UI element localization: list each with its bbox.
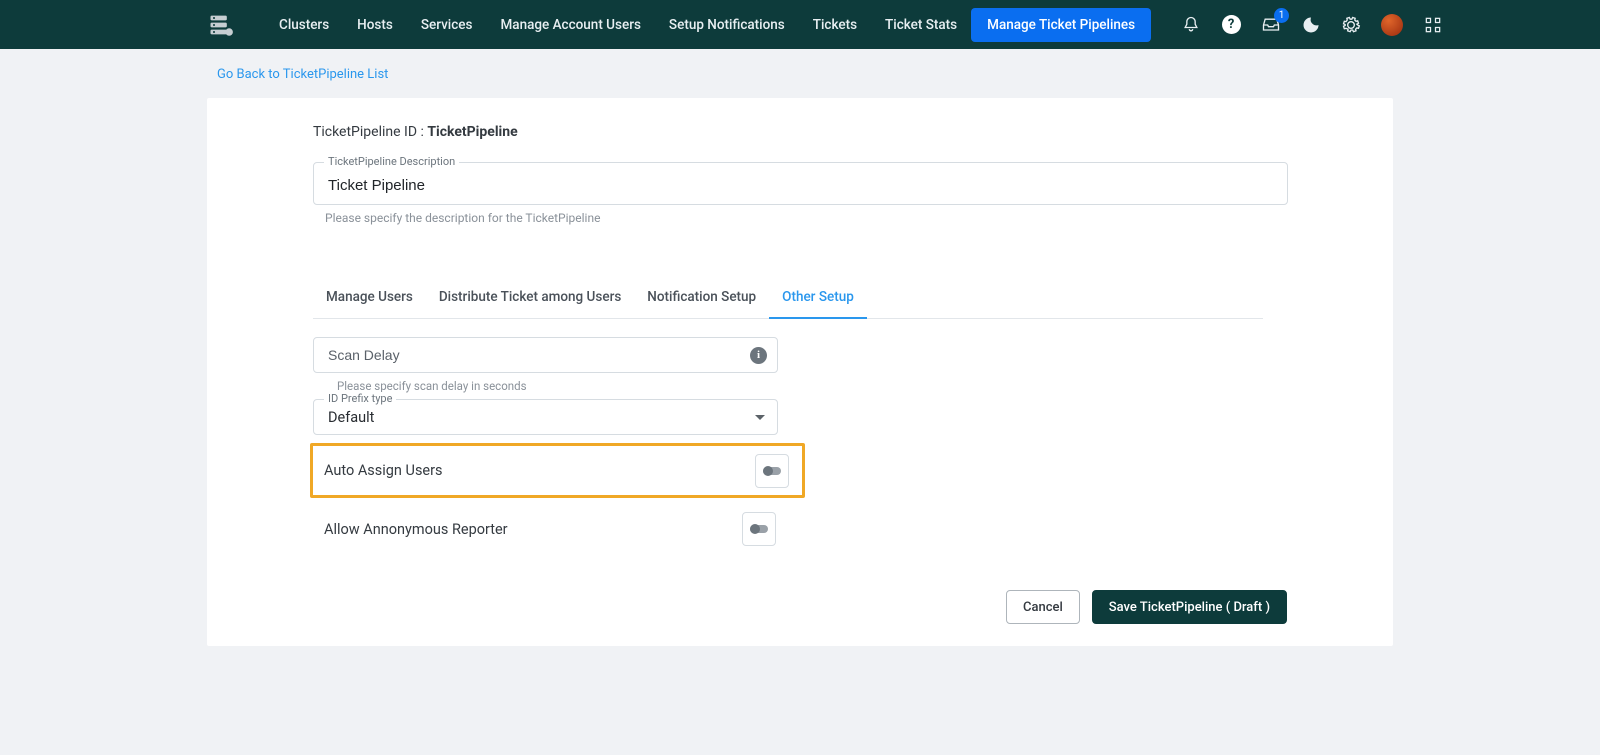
scan-delay-input[interactable] bbox=[328, 347, 750, 363]
tab-notification-setup[interactable]: Notification Setup bbox=[634, 279, 769, 318]
auto-assign-toggle[interactable] bbox=[755, 454, 789, 488]
main-nav: Clusters Hosts Services Manage Account U… bbox=[265, 8, 1151, 42]
nav-clusters[interactable]: Clusters bbox=[265, 9, 343, 41]
auto-assign-label: Auto Assign Users bbox=[324, 462, 443, 479]
id-prefix-select[interactable]: ID Prefix type Default bbox=[313, 399, 778, 435]
tabs: Manage Users Distribute Ticket among Use… bbox=[313, 279, 1263, 319]
tab-other-setup[interactable]: Other Setup bbox=[769, 279, 867, 319]
id-prefix-label: ID Prefix type bbox=[324, 392, 396, 405]
pipeline-id-prefix: TicketPipeline ID : bbox=[313, 124, 427, 140]
nav-ticket-stats[interactable]: Ticket Stats bbox=[871, 9, 971, 41]
save-button[interactable]: Save TicketPipeline ( Draft ) bbox=[1092, 590, 1287, 624]
pipeline-id-value: TicketPipeline bbox=[427, 124, 517, 140]
nav-services[interactable]: Services bbox=[407, 9, 487, 41]
description-input[interactable] bbox=[328, 177, 1275, 194]
avatar[interactable] bbox=[1381, 14, 1403, 36]
nav-manage-account-users[interactable]: Manage Account Users bbox=[486, 9, 654, 41]
nav-hosts[interactable]: Hosts bbox=[343, 9, 407, 41]
back-link[interactable]: Go Back to TicketPipeline List bbox=[207, 49, 1393, 98]
nav-manage-ticket-pipelines[interactable]: Manage Ticket Pipelines bbox=[971, 8, 1151, 42]
info-icon[interactable]: i bbox=[750, 347, 767, 364]
theme-icon[interactable] bbox=[1301, 15, 1321, 35]
pipeline-id-line: TicketPipeline ID : TicketPipeline bbox=[313, 124, 1288, 140]
settings-icon[interactable] bbox=[1341, 15, 1361, 35]
content-card: TicketPipeline ID : TicketPipeline Ticke… bbox=[207, 98, 1393, 646]
help-icon[interactable]: ? bbox=[1221, 15, 1241, 35]
anonymous-toggle[interactable] bbox=[742, 512, 776, 546]
footer-buttons: Cancel Save TicketPipeline ( Draft ) bbox=[1006, 590, 1287, 624]
tab-manage-users[interactable]: Manage Users bbox=[313, 279, 426, 318]
auto-assign-row: Auto Assign Users bbox=[310, 443, 805, 498]
description-helper: Please specify the description for the T… bbox=[325, 211, 1288, 225]
inbox-icon[interactable]: 1 bbox=[1261, 15, 1281, 35]
tab-distribute-ticket[interactable]: Distribute Ticket among Users bbox=[426, 279, 634, 318]
chevron-down-icon bbox=[755, 415, 765, 420]
id-prefix-value: Default bbox=[328, 409, 374, 426]
anonymous-row: Allow Annonymous Reporter bbox=[313, 512, 776, 546]
toggle-off-icon bbox=[763, 467, 781, 475]
scan-delay-helper: Please specify scan delay in seconds bbox=[337, 379, 1288, 393]
bell-icon[interactable] bbox=[1181, 15, 1201, 35]
nav-tickets[interactable]: Tickets bbox=[799, 9, 871, 41]
apps-icon[interactable] bbox=[1423, 15, 1443, 35]
scan-delay-field[interactable]: i bbox=[313, 337, 778, 373]
top-navbar: Clusters Hosts Services Manage Account U… bbox=[0, 0, 1600, 49]
other-setup-panel: i Please specify scan delay in seconds I… bbox=[313, 337, 1288, 546]
app-logo[interactable] bbox=[207, 10, 235, 40]
inbox-badge: 1 bbox=[1274, 8, 1289, 23]
nav-setup-notifications[interactable]: Setup Notifications bbox=[655, 9, 799, 41]
anonymous-label: Allow Annonymous Reporter bbox=[324, 521, 508, 538]
description-field[interactable]: TicketPipeline Description bbox=[313, 162, 1288, 205]
toggle-off-icon bbox=[750, 525, 768, 533]
description-label: TicketPipeline Description bbox=[324, 155, 459, 168]
cancel-button[interactable]: Cancel bbox=[1006, 590, 1080, 624]
